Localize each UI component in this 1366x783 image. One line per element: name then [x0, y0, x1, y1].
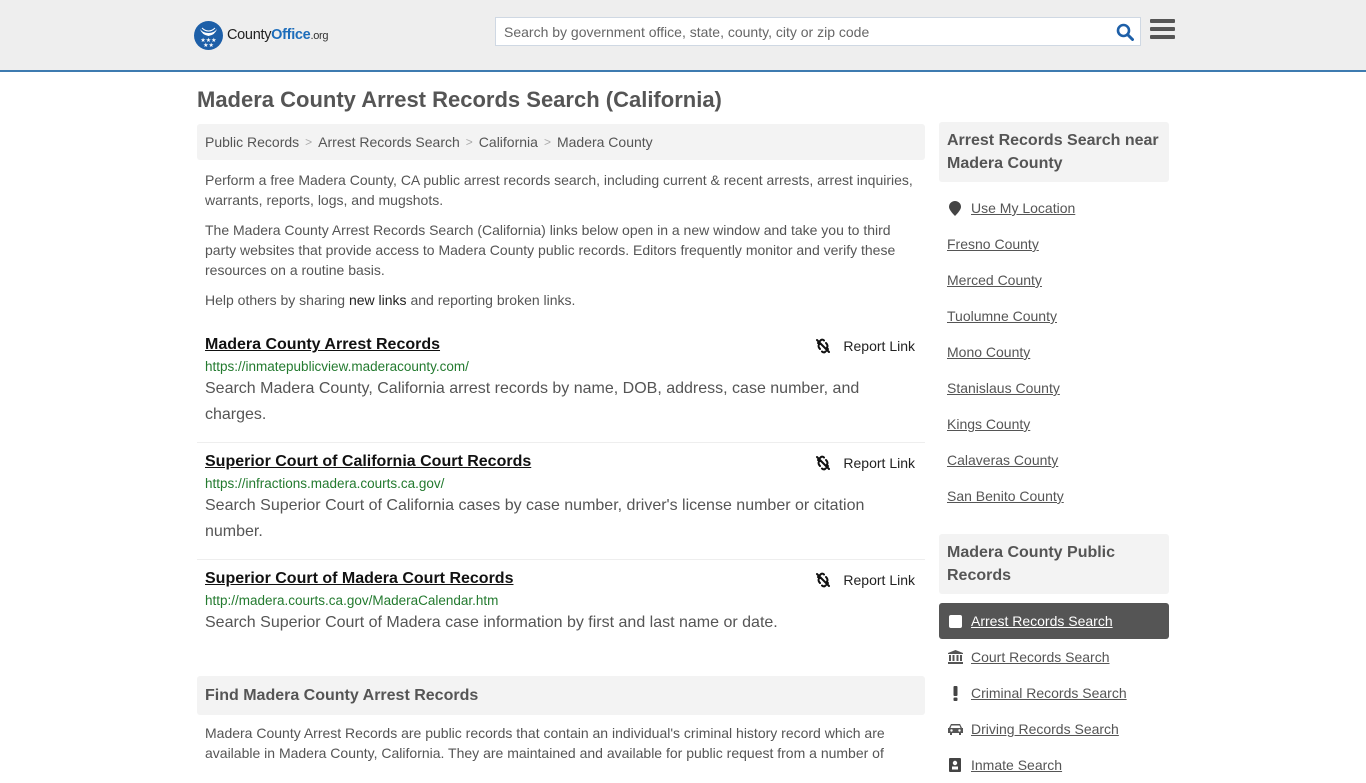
breadcrumb-madera-county[interactable]: Madera County [557, 134, 653, 150]
exclamation-icon [947, 685, 963, 701]
site-logo[interactable]: ★★★ ★★ CountyOffice.org [194, 20, 329, 50]
hamburger-icon-bar [1150, 35, 1175, 39]
intro-section: Perform a free Madera County, CA public … [197, 170, 925, 310]
find-records-text: Madera County Arrest Records are public … [205, 725, 885, 761]
result-title: Madera County Arrest Records [205, 336, 915, 354]
search-icon [1116, 23, 1134, 41]
public-record-item-driving[interactable]: Driving Records Search [939, 711, 1169, 747]
nearby-county-item[interactable]: San Benito County [939, 478, 1169, 514]
result-url: https://infractions.madera.courts.ca.gov… [205, 476, 445, 491]
share-text: and reporting broken links. [406, 292, 576, 308]
nearby-county-link[interactable]: Stanislaus County [947, 380, 1060, 396]
breadcrumb-separator: > [305, 135, 313, 149]
result-description: Search Madera County, California arrest … [205, 380, 860, 423]
intro-paragraph: Perform a free Madera County, CA public … [205, 172, 913, 208]
public-record-link[interactable]: Driving Records Search [971, 721, 1119, 737]
map-marker-icon [947, 200, 963, 216]
report-link-label: Report Link [843, 455, 915, 471]
use-my-location-link[interactable]: Use My Location [971, 200, 1075, 216]
public-record-link[interactable]: Court Records Search [971, 649, 1110, 665]
report-link-button[interactable]: Report Link [815, 572, 915, 588]
result-description: Search Superior Court of Madera case inf… [205, 614, 778, 631]
public-record-link[interactable]: Criminal Records Search [971, 685, 1127, 701]
nearby-county-item[interactable]: Merced County [939, 262, 1169, 298]
search-bar [495, 17, 1141, 46]
result-url: https://inmatepublicview.maderacounty.co… [205, 359, 469, 374]
breadcrumb-separator: > [465, 135, 473, 149]
report-link-button[interactable]: Report Link [815, 338, 915, 354]
result-title-link[interactable]: Superior Court of Madera Court Records [205, 570, 513, 587]
result-item: Superior Court of California Court Recor… [197, 443, 925, 560]
logo-office: Office [271, 27, 311, 43]
square-icon [947, 614, 963, 628]
public-records-list: Arrest Records Search Court Records Sear… [939, 603, 1169, 783]
nearby-county-link[interactable]: Kings County [947, 416, 1030, 432]
nearby-list: Use My Location Fresno County Merced Cou… [939, 190, 1169, 514]
nearby-county-link[interactable]: Fresno County [947, 236, 1039, 252]
courthouse-icon [947, 650, 963, 664]
public-record-item-court[interactable]: Court Records Search [939, 639, 1169, 675]
car-icon [947, 723, 963, 735]
result-title: Superior Court of California Court Recor… [205, 453, 915, 471]
result-title-link[interactable]: Madera County Arrest Records [205, 336, 440, 353]
logo-text: CountyOffice.org [227, 27, 329, 43]
sidebar: Arrest Records Search near Madera County… [939, 122, 1169, 783]
public-record-item-criminal[interactable]: Criminal Records Search [939, 675, 1169, 711]
result-item: Superior Court of Madera Court Records R… [197, 560, 925, 650]
nearby-county-link[interactable]: San Benito County [947, 488, 1064, 504]
share-links-paragraph: Help others by sharing new links and rep… [205, 290, 917, 310]
breadcrumb-california[interactable]: California [479, 134, 538, 150]
nearby-county-item[interactable]: Calaveras County [939, 442, 1169, 478]
breadcrumb-arrest-records-search[interactable]: Arrest Records Search [318, 134, 460, 150]
broken-link-icon [816, 455, 831, 471]
nearby-county-link[interactable]: Tuolumne County [947, 308, 1057, 324]
search-input[interactable] [496, 18, 1110, 45]
result-title-link[interactable]: Superior Court of California Court Recor… [205, 453, 531, 470]
breadcrumb: Public Records > Arrest Records Search >… [197, 124, 925, 160]
nearby-county-item[interactable]: Stanislaus County [939, 370, 1169, 406]
result-item: Madera County Arrest Records Report Link… [197, 330, 925, 443]
find-records-heading: Find Madera County Arrest Records [197, 676, 925, 715]
eagle-logo-icon: ★★★ ★★ [194, 20, 223, 50]
hamburger-icon-bar [1150, 27, 1175, 31]
broken-link-icon [816, 572, 831, 588]
new-links-link[interactable]: new links [349, 292, 407, 308]
nearby-county-item[interactable]: Kings County [939, 406, 1169, 442]
result-title: Superior Court of Madera Court Records [205, 570, 915, 588]
nearby-county-item[interactable]: Fresno County [939, 226, 1169, 262]
nearby-county-link[interactable]: Merced County [947, 272, 1042, 288]
report-link-label: Report Link [843, 572, 915, 588]
inmate-icon [947, 758, 963, 772]
logo-county: County [227, 27, 272, 43]
search-button[interactable] [1110, 18, 1140, 45]
logo-tld: .org [310, 30, 329, 42]
public-record-item-inmate[interactable]: Inmate Search [939, 747, 1169, 783]
report-link-button[interactable]: Report Link [815, 455, 915, 471]
nearby-county-link[interactable]: Calaveras County [947, 452, 1058, 468]
breadcrumb-public-records[interactable]: Public Records [205, 134, 299, 150]
public-records-heading: Madera County Public Records [939, 534, 1169, 594]
hamburger-icon-bar [1150, 19, 1175, 23]
nearby-county-link[interactable]: Mono County [947, 344, 1030, 360]
breadcrumb-separator: > [543, 135, 551, 149]
nearby-county-item[interactable]: Tuolumne County [939, 298, 1169, 334]
svg-text:★★: ★★ [203, 42, 214, 49]
public-record-item-arrest[interactable]: Arrest Records Search [939, 603, 1169, 639]
use-my-location-item[interactable]: Use My Location [939, 190, 1169, 226]
public-record-link[interactable]: Arrest Records Search [971, 613, 1113, 629]
hamburger-menu-button[interactable] [1150, 19, 1175, 43]
result-url: http://madera.courts.ca.gov/MaderaCalend… [205, 593, 499, 608]
main-content: Public Records > Arrest Records Search >… [197, 124, 925, 650]
nearby-county-item[interactable]: Mono County [939, 334, 1169, 370]
share-text: Help others by sharing [205, 292, 349, 308]
report-link-label: Report Link [843, 338, 915, 354]
broken-link-icon [816, 338, 831, 354]
public-record-link[interactable]: Inmate Search [971, 757, 1062, 773]
top-bar: ★★★ ★★ CountyOffice.org [0, 0, 1366, 72]
page-title: Madera County Arrest Records Search (Cal… [197, 87, 722, 112]
nearby-heading: Arrest Records Search near Madera County [939, 122, 1169, 182]
result-description: Search Superior Court of California case… [205, 497, 865, 540]
intro-paragraph: The Madera County Arrest Records Search … [205, 222, 896, 278]
